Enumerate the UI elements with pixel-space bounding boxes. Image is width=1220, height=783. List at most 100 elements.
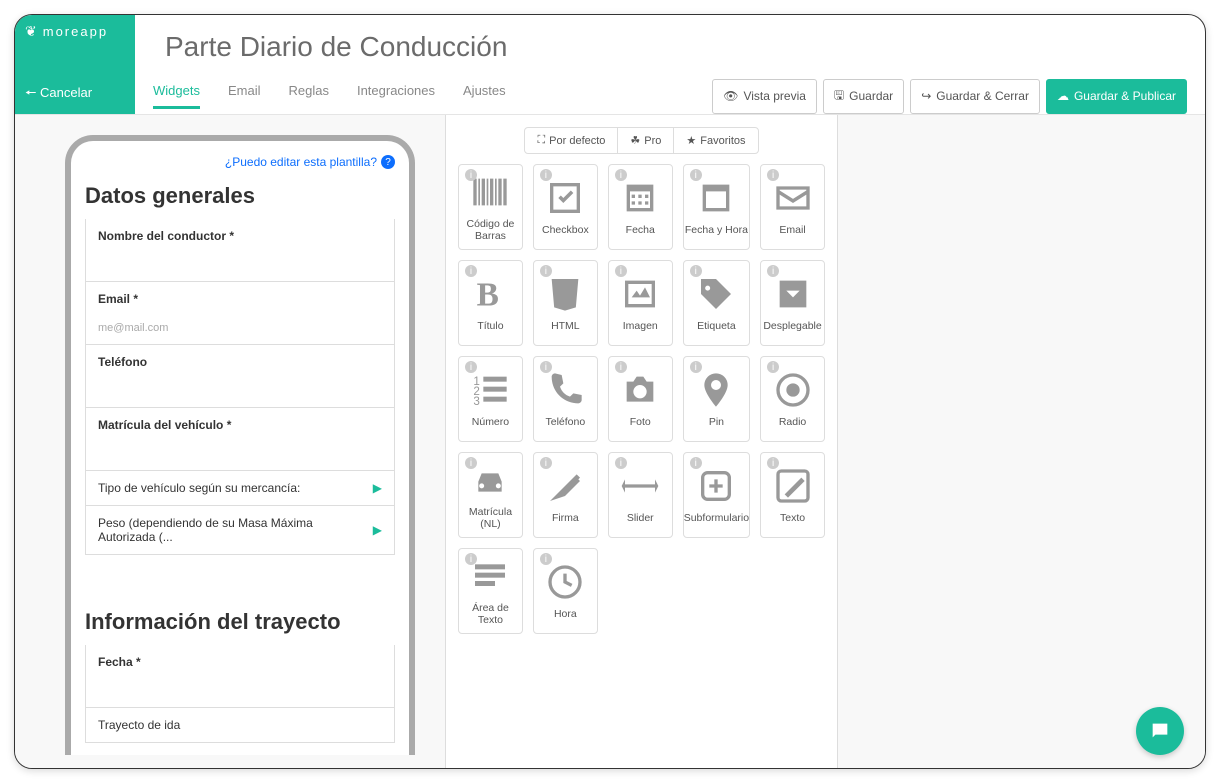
save-close-button[interactable]: ↪Guardar & Cerrar	[910, 79, 1040, 114]
svg-text:3: 3	[474, 395, 480, 408]
info-icon[interactable]: i	[767, 457, 779, 469]
info-icon[interactable]: i	[690, 457, 702, 469]
widget-pin[interactable]: iPin	[683, 356, 750, 442]
leaf-icon: ❦	[25, 23, 39, 40]
info-icon[interactable]: i	[540, 169, 552, 181]
widgets-panel: ⛶Por defecto ☘Pro ★Favoritos iCódigo de …	[445, 115, 838, 768]
widget-datetime[interactable]: iFecha y Hora	[683, 164, 750, 250]
field-outbound[interactable]: Trayecto de ida	[85, 708, 395, 743]
chat-icon	[1149, 720, 1171, 742]
widget-dropdown[interactable]: iDesplegable	[760, 260, 825, 346]
tab-rules[interactable]: Reglas	[288, 83, 328, 109]
save-publish-label: Guardar & Publicar	[1074, 89, 1176, 103]
widget-slider[interactable]: iSlider	[608, 452, 673, 538]
preview-button[interactable]: 👁 Vista previa	[712, 79, 817, 114]
info-icon[interactable]: i	[767, 361, 779, 373]
edit-hint-text: ¿Puedo editar esta plantilla?	[225, 155, 377, 169]
help-icon: ?	[381, 155, 395, 169]
eye-icon: 👁	[723, 89, 738, 103]
save-label: Guardar	[849, 89, 893, 103]
info-icon[interactable]: i	[767, 265, 779, 277]
widget-filter-group: ⛶Por defecto ☘Pro ★Favoritos	[524, 127, 758, 154]
widget-subform[interactable]: iSubformulario	[683, 452, 750, 538]
widget-grid: iCódigo de Barras iCheckbox iFecha iFech…	[458, 164, 825, 634]
field-vehicle-type[interactable]: Tipo de vehículo según su mercancía:▶	[85, 471, 395, 506]
preview-label: Vista previa	[743, 89, 805, 103]
widget-signature[interactable]: iFirma	[533, 452, 598, 538]
widget-photo[interactable]: iFoto	[608, 356, 673, 442]
app-header: ❦ moreapp 🠔 Cancelar Parte Diario de Con…	[15, 15, 1205, 115]
info-icon[interactable]: i	[615, 265, 627, 277]
widget-checkbox[interactable]: iCheckbox	[533, 164, 598, 250]
field-weight[interactable]: Peso (dependiendo de su Masa Máxima Auto…	[85, 506, 395, 555]
info-icon[interactable]: i	[615, 169, 627, 181]
save-publish-button[interactable]: ☁ Guardar & Publicar	[1046, 79, 1187, 114]
cancel-label: Cancelar	[40, 85, 92, 100]
info-icon[interactable]: i	[615, 361, 627, 373]
leaf-icon: ☘	[630, 134, 640, 147]
chevron-right-icon: ▶	[373, 481, 382, 495]
dashboard-icon: ⛶	[537, 134, 545, 147]
logo-block: ❦ moreapp 🠔 Cancelar	[15, 15, 135, 114]
info-icon[interactable]: i	[465, 265, 477, 277]
brand-text: moreapp	[43, 24, 108, 39]
edit-hint[interactable]: ¿Puedo editar esta plantilla? ?	[85, 155, 395, 169]
filter-default[interactable]: ⛶Por defecto	[525, 128, 618, 153]
widget-text[interactable]: iTexto	[760, 452, 825, 538]
info-icon[interactable]: i	[690, 361, 702, 373]
tab-widgets[interactable]: Widgets	[153, 83, 200, 109]
info-icon[interactable]: i	[465, 361, 477, 373]
widget-time[interactable]: iHora	[533, 548, 598, 634]
widget-barcode[interactable]: iCódigo de Barras	[458, 164, 523, 250]
field-phone[interactable]: Teléfono	[85, 345, 395, 408]
info-icon[interactable]: i	[767, 169, 779, 181]
widget-radio[interactable]: iRadio	[760, 356, 825, 442]
widget-tag[interactable]: iEtiqueta	[683, 260, 750, 346]
cloud-icon: ☁	[1057, 89, 1069, 103]
widget-textarea[interactable]: iÁrea de Texto	[458, 548, 523, 634]
info-icon[interactable]: i	[690, 169, 702, 181]
tab-bar: Widgets Email Reglas Integraciones Ajust…	[153, 83, 506, 109]
header-main: Parte Diario de Conducción Widgets Email…	[135, 15, 1205, 114]
info-icon[interactable]: i	[465, 553, 477, 565]
widget-html[interactable]: iHTML	[533, 260, 598, 346]
widget-plate[interactable]: iMatrícula (NL)	[458, 452, 523, 538]
info-icon[interactable]: i	[540, 553, 552, 565]
cancel-button[interactable]: 🠔 Cancelar	[25, 84, 125, 106]
widget-number[interactable]: i123Número	[458, 356, 523, 442]
info-icon[interactable]: i	[540, 457, 552, 469]
phone-frame: ¿Puedo editar esta plantilla? ? Datos ge…	[65, 135, 415, 755]
widget-phone[interactable]: iTeléfono	[533, 356, 598, 442]
action-bar: 👁 Vista previa 🖫 Guardar ↪Guardar & Cerrar…	[712, 79, 1187, 114]
chevron-right-icon: ▶	[373, 523, 382, 537]
info-icon[interactable]: i	[540, 361, 552, 373]
info-icon[interactable]: i	[690, 265, 702, 277]
widget-date[interactable]: iFecha	[608, 164, 673, 250]
star-icon: ★	[686, 134, 696, 147]
section-title-route: Información del trayecto	[85, 609, 395, 635]
field-date[interactable]: Fecha *	[85, 645, 395, 708]
widget-title[interactable]: iBTítulo	[458, 260, 523, 346]
filter-favorites[interactable]: ★Favoritos	[674, 128, 757, 153]
info-icon[interactable]: i	[615, 457, 627, 469]
tab-email[interactable]: Email	[228, 83, 261, 109]
brand-logo: ❦ moreapp	[25, 23, 125, 40]
info-icon[interactable]: i	[465, 169, 477, 181]
info-icon[interactable]: i	[540, 265, 552, 277]
save-button[interactable]: 🖫 Guardar	[823, 79, 904, 114]
chat-fab[interactable]	[1136, 707, 1184, 755]
widget-email[interactable]: iEmail	[760, 164, 825, 250]
field-driver-name[interactable]: Nombre del conductor *	[85, 219, 395, 282]
info-icon[interactable]: i	[465, 457, 477, 469]
svg-text:B: B	[477, 277, 499, 314]
section-title-general: Datos generales	[85, 183, 395, 209]
save-icon: 🖫	[834, 86, 844, 107]
preview-column: ¿Puedo editar esta plantilla? ? Datos ge…	[15, 115, 445, 768]
field-email[interactable]: Email *me@mail.com	[85, 282, 395, 345]
widget-image[interactable]: iImagen	[608, 260, 673, 346]
tab-settings[interactable]: Ajustes	[463, 83, 506, 109]
filter-pro[interactable]: ☘Pro	[618, 128, 674, 153]
field-plate[interactable]: Matrícula del vehículo *	[85, 408, 395, 471]
tab-integrations[interactable]: Integraciones	[357, 83, 435, 109]
exit-icon: ↪	[921, 89, 931, 103]
